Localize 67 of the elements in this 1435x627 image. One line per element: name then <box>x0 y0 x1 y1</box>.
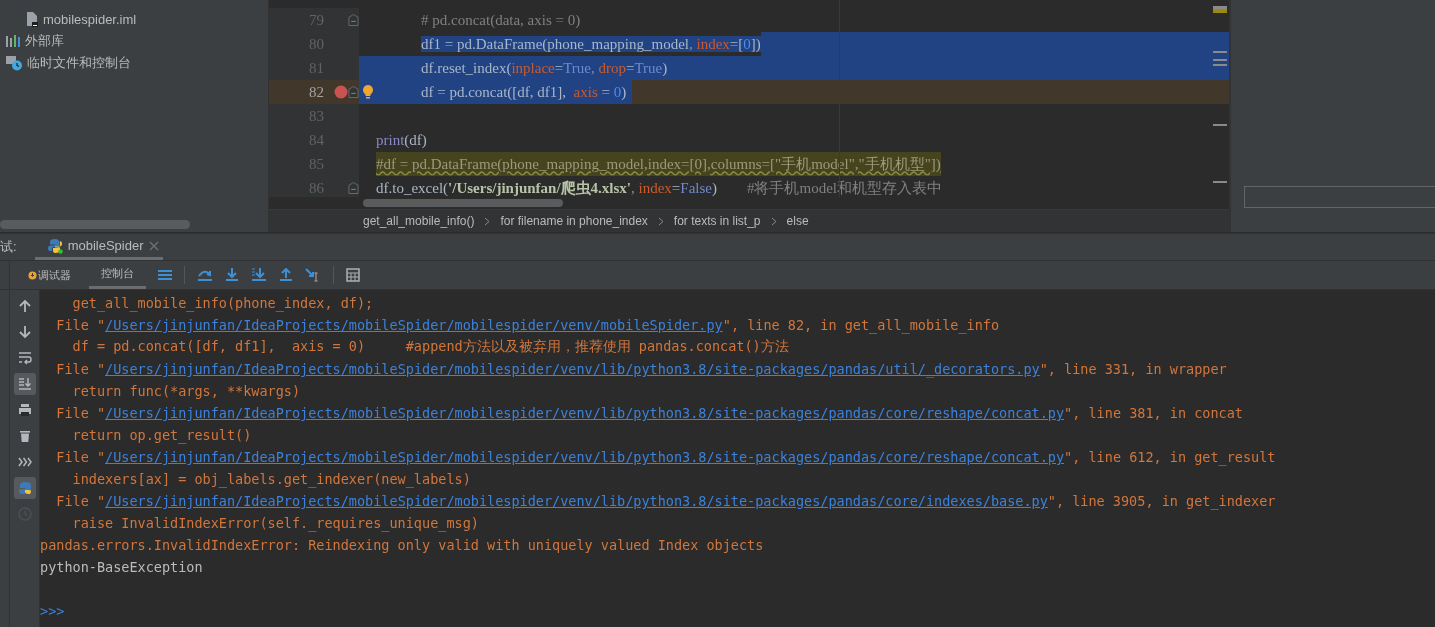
tab[interactable]: 调试器 <box>22 261 77 289</box>
breadcrumb-item[interactable]: for texts in list_p <box>673 214 761 228</box>
console-text: ", line 331, in wrapper <box>1039 361 1227 377</box>
console-line: >>> <box>40 603 65 619</box>
fold-icon[interactable] <box>348 181 359 195</box>
file-link[interactable]: /Users/jinjunfan/IdeaProjects/mobileSpider/mobilespider/venv/lib/python3.8/site-packages/pandas/core/reshape/concat.py <box>105 449 1065 465</box>
tree-item[interactable]: mobilespider.iml <box>0 8 268 30</box>
calculator-icon[interactable] <box>346 268 360 282</box>
input-field[interactable] <box>1244 186 1435 208</box>
run-to-cursor-icon[interactable] <box>305 268 321 282</box>
breadcrumb-item[interactable]: get_all_mobile_info() <box>363 214 475 228</box>
console-line: get_all_mobile_info(phone_index, df); <box>71 295 374 311</box>
breakpoint-icon[interactable] <box>334 85 348 99</box>
chevron-icon <box>657 216 664 226</box>
console-text: File " <box>55 493 106 509</box>
code-text: df = pd.concat([df, df1], axis = 0) <box>376 80 633 104</box>
code-text: #df = pd.DataFrame(phone_mapping_model,index=[0],columns=["手机model","手机机型"]) <box>376 152 941 176</box>
code-text: # pd.concat(data, axis = 0) <box>420 11 581 30</box>
step-into-icon[interactable] <box>225 268 239 282</box>
breadcrumb-item[interactable]: else <box>786 214 809 228</box>
console-text: ", line 3905, in get_indexer <box>1047 493 1276 509</box>
file-icon <box>26 11 39 27</box>
tool-window-label: 试: <box>0 238 17 256</box>
chevron-icon <box>484 216 491 226</box>
fold-icon[interactable] <box>348 13 359 27</box>
file-link[interactable]: /Users/jinjunfan/IdeaProjects/mobileSpider/mobilespider/venv/lib/python3.8/site-packages/pandas/core/indexes/base.py <box>105 493 1048 509</box>
library-icon <box>5 34 21 48</box>
console-text: File " <box>55 361 106 377</box>
close-icon[interactable] <box>148 240 159 251</box>
console-line: pandas.errors.InvalidIndexError: Reindexing only valid with uniquely valued Index objects <box>40 537 764 553</box>
console-text: File " <box>55 449 106 465</box>
chevron-icon <box>770 216 777 226</box>
console-text: ", line 82, in get_all_mobile_info <box>722 317 1000 333</box>
console-line: python-BaseException <box>40 559 203 575</box>
console-line: return func(*args, **kwargs) <box>71 383 301 399</box>
debugger-icon <box>28 270 37 280</box>
file-link[interactable]: /Users/jinjunfan/IdeaProjects/mobileSpider/mobilespider/venv/mobileSpider.py <box>105 317 723 333</box>
scratch-clock-icon <box>5 55 23 71</box>
file-link[interactable]: /Users/jinjunfan/IdeaProjects/mobileSpider/mobilespider/venv/lib/python3.8/site-packages/pandas/util/_decorators.py <box>105 361 1040 377</box>
code-text: df.to_excel('/Users/jinjunfan/爬虫4.xlsx', index=False) #将手机model和机型存入表中 <box>376 179 942 197</box>
tree-item[interactable]: 外部库 <box>0 30 268 52</box>
code-text: df.reset_index(inplace=True, drop=True) <box>420 59 668 78</box>
step-over-icon[interactable] <box>197 268 213 282</box>
fold-icon[interactable] <box>348 85 359 99</box>
python-icon <box>46 237 63 254</box>
console-line: return op.get_result() <box>71 427 252 443</box>
console-line: indexers[ax] = obj_labels.get_indexer(new_labels) <box>71 471 471 487</box>
console-text: File " <box>55 317 106 333</box>
console-text: ", line 381, in concat <box>1064 405 1243 421</box>
force-step-into-icon[interactable] <box>251 268 267 282</box>
console-text: ", line 612, in get_result <box>1064 449 1276 465</box>
line-number: 82 <box>308 83 324 101</box>
python-icon[interactable] <box>13 477 36 499</box>
code-text: print(df) <box>376 131 427 150</box>
code-text: df1 = pd.DataFrame(phone_mapping_model, index=[0]) <box>420 35 761 54</box>
console-text: File " <box>55 405 106 421</box>
console-line: df = pd.concat([df, df1], axis = 0) #append方法以及被弃用，推荐使用 pandas.concat()方法 <box>71 338 789 356</box>
scroll-end-icon[interactable] <box>13 373 36 395</box>
scrollbar-thumb[interactable] <box>0 219 190 229</box>
tree-item[interactable]: 临时文件和控制台 <box>0 52 268 74</box>
step-out-icon[interactable] <box>279 268 293 282</box>
scrollbar-thumb[interactable] <box>363 199 563 207</box>
console-line: raise InvalidIndexError(self._requires_unique_msg) <box>71 515 479 531</box>
lightbulb-icon[interactable] <box>361 84 374 100</box>
breadcrumb-item[interactable]: for filename in phone_index <box>500 214 648 228</box>
menu-icon[interactable] <box>158 269 172 281</box>
file-link[interactable]: /Users/jinjunfan/IdeaProjects/mobileSpider/mobilespider/venv/lib/python3.8/site-packages/pandas/core/reshape/concat.py <box>105 405 1065 421</box>
